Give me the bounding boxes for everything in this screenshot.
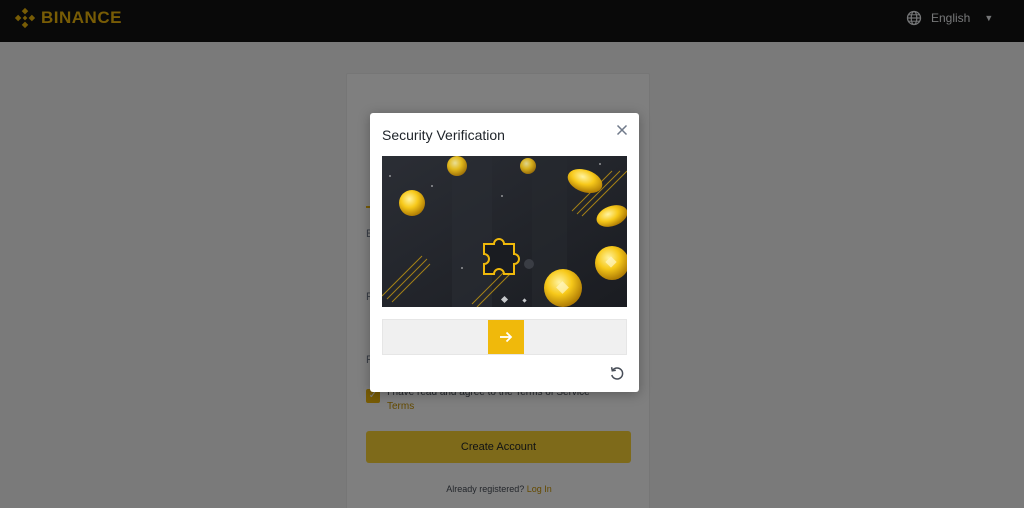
- slider-handle[interactable]: [488, 320, 524, 354]
- puzzle-image: [382, 156, 627, 307]
- puzzle-scene: [382, 156, 627, 307]
- security-verification-modal: Security Verification: [370, 113, 639, 392]
- arrow-right-icon: [500, 331, 513, 343]
- modal-title: Security Verification: [382, 127, 505, 143]
- slider-track[interactable]: [382, 319, 627, 355]
- refresh-icon[interactable]: [608, 364, 626, 382]
- close-icon[interactable]: [613, 121, 631, 139]
